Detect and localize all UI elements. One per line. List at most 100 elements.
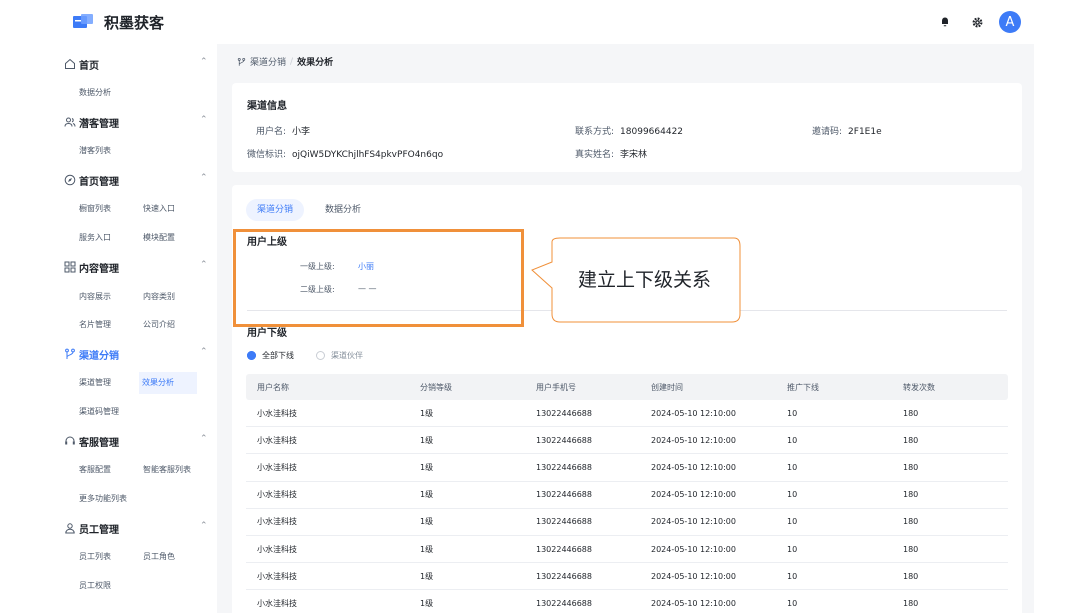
- sidebar-item-staff-list[interactable]: 员工列表: [79, 546, 111, 568]
- sidebar-item-data-analysis[interactable]: 数据分析: [79, 82, 111, 104]
- contact-value: 18099664422: [620, 127, 684, 137]
- table-cell: 小水洼科技: [257, 571, 297, 581]
- wechat-id-field: 微信标识: ojQiW5DYKChjlhFS4pkvPFO4n6qo: [247, 147, 443, 160]
- contact-label: 联系方式:: [575, 127, 615, 137]
- table-cell: 10: [787, 571, 798, 581]
- table-cell: 2024-05-10 12:10:00: [651, 435, 736, 445]
- column-header: 用户名称: [257, 382, 289, 392]
- table-cell: 13022446688: [536, 544, 592, 554]
- table-cell: 1级: [420, 544, 434, 554]
- table-cell: 13022446688: [536, 517, 592, 527]
- sidebar-item-lead-list[interactable]: 潜客列表: [79, 140, 111, 162]
- table-cell: 小水洼科技: [257, 517, 297, 527]
- column-header: 推广下线: [787, 382, 819, 392]
- table-cell: 2024-05-10 12:10:00: [651, 544, 736, 554]
- tab-channel-distribution[interactable]: 渠道分销: [246, 199, 305, 221]
- invite-code-label: 邀请码:: [812, 127, 843, 137]
- table-cell: 小水洼科技: [257, 462, 297, 472]
- sidebar-item-channel-mgmt[interactable]: 渠道管理: [79, 372, 111, 394]
- sidebar-group-channel-distribution[interactable]: 渠道分销 ⌃: [57, 344, 217, 364]
- sidebar-item-more-features[interactable]: 更多功能列表: [79, 488, 127, 510]
- sidebar-group-homepage-mgmt[interactable]: 首页管理 ⌃: [57, 170, 217, 190]
- radio-dot: [316, 351, 325, 360]
- sidebar: 首页 ⌃ 数据分析 潜客管理 ⌃ 潜客列表 首页管理 ⌃ 橱窗列表 快速入口 服…: [57, 44, 217, 613]
- radio-channel-partner[interactable]: 渠道伙伴: [316, 350, 363, 361]
- table-cell: 小水洼科技: [257, 598, 297, 608]
- sidebar-item-staff-permissions[interactable]: 员工权限: [79, 575, 111, 597]
- wechat-id-value: ojQiW5DYKChjlhFS4pkvPFO4n6qo: [292, 150, 444, 160]
- table-cell: 13022446688: [536, 435, 592, 445]
- user-avatar[interactable]: A: [999, 11, 1021, 33]
- real-name-label: 真实姓名:: [575, 150, 615, 160]
- logo-icon: [73, 14, 93, 28]
- column-header: 创建时间: [651, 382, 683, 392]
- table-cell: 180: [903, 490, 919, 500]
- table-row: 小水洼科技 1级 13022446688 2024-05-10 12:10:00 10 1…: [246, 509, 1008, 536]
- table-cell: 180: [903, 462, 919, 472]
- table-cell: 10: [787, 598, 798, 608]
- sidebar-item-channel-code-mgmt[interactable]: 渠道码管理: [79, 401, 119, 423]
- sidebar-group-customer-service[interactable]: 客服管理 ⌃: [57, 431, 217, 451]
- sidebar-item-quick-entry[interactable]: 快速入口: [143, 198, 175, 220]
- sidebar-group-leads[interactable]: 潜客管理 ⌃: [57, 112, 217, 132]
- headset-icon: [65, 436, 75, 445]
- sidebar-group-home[interactable]: 首页 ⌃: [57, 54, 217, 74]
- table-cell: 2024-05-10 12:10:00: [651, 408, 736, 418]
- sidebar-group-content-mgmt[interactable]: 内容管理 ⌃: [57, 257, 217, 277]
- sidebar-item-effect-analysis[interactable]: 效果分析: [139, 372, 197, 394]
- sidebar-item-company-intro[interactable]: 公司介绍: [143, 314, 175, 336]
- table-cell: 小水洼科技: [257, 544, 297, 554]
- sidebar-item-module-config[interactable]: 模块配置: [143, 227, 175, 249]
- table-cell: 1级: [420, 408, 434, 418]
- table-row: 小水洼科技 1级 13022446688 2024-05-10 12:10:00 10 1…: [246, 454, 1008, 482]
- table-cell: 小水洼科技: [257, 435, 297, 445]
- table-cell: 13022446688: [536, 571, 592, 581]
- wechat-id-label: 微信标识:: [247, 150, 287, 160]
- sidebar-group-staff-mgmt[interactable]: 员工管理 ⌃: [57, 518, 217, 538]
- column-header: 用户手机号: [536, 382, 576, 392]
- sidebar-group-label: 首页: [79, 61, 99, 72]
- chevron-up-icon: ⌃: [200, 434, 208, 444]
- invite-code-value: 2F1E1e: [848, 127, 882, 137]
- sidebar-group-label: 渠道分销: [79, 351, 119, 362]
- sidebar-group-label: 潜客管理: [79, 119, 119, 130]
- table-cell: 10: [787, 462, 798, 472]
- table-cell: 10: [787, 544, 798, 554]
- sidebar-item-card-mgmt[interactable]: 名片管理: [79, 314, 111, 336]
- table-row: 小水洼科技 1级 13022446688 2024-05-10 12:10:00 10 1…: [246, 563, 1008, 591]
- chevron-up-icon: ⌃: [200, 57, 208, 67]
- table-cell: 180: [903, 435, 919, 445]
- radio-label: 渠道伙伴: [331, 351, 363, 360]
- username-label: 用户名:: [256, 127, 287, 137]
- table-row: 小水洼科技 1级 13022446688 2024-05-10 12:10:00 10 1…: [246, 427, 1008, 455]
- table-cell: 10: [787, 517, 798, 527]
- branch-icon: [237, 57, 246, 66]
- table-header: 用户名称 分销等级 用户手机号 创建时间 推广下线 转发次数: [246, 374, 1008, 400]
- breadcrumb-parent[interactable]: 渠道分销: [250, 55, 286, 68]
- sidebar-item-showcase-list[interactable]: 橱窗列表: [79, 198, 111, 220]
- table-cell: 10: [787, 408, 798, 418]
- chevron-up-icon: ⌃: [200, 521, 208, 531]
- table-cell: 1级: [420, 598, 434, 608]
- users-icon: [64, 117, 76, 127]
- sidebar-item-cs-config[interactable]: 客服配置: [79, 459, 111, 481]
- sidebar-group-label: 首页管理: [79, 177, 119, 188]
- compass-icon: [64, 174, 76, 186]
- table-cell: 小水洼科技: [257, 408, 297, 418]
- chevron-up-icon: ⌃: [200, 115, 208, 125]
- table-cell: 180: [903, 571, 919, 581]
- sidebar-item-content-category[interactable]: 内容类别: [143, 286, 175, 308]
- chevron-up-icon: ⌃: [200, 173, 208, 183]
- sidebar-item-service-entry[interactable]: 服务入口: [79, 227, 111, 249]
- table-row: 小水洼科技 1级 13022446688 2024-05-10 12:10:00 10 1…: [246, 482, 1008, 509]
- breadcrumb-separator: /: [290, 56, 294, 67]
- sidebar-item-smart-cs-list[interactable]: 智能客服列表: [143, 459, 191, 481]
- radio-all-downline[interactable]: 全部下线: [247, 350, 294, 361]
- sidebar-item-content-display[interactable]: 内容展示: [79, 286, 111, 308]
- chevron-up-icon: ⌃: [200, 347, 208, 357]
- notification-bell-icon[interactable]: [937, 14, 953, 30]
- settings-gear-icon[interactable]: [969, 14, 985, 30]
- sidebar-item-staff-roles[interactable]: 员工角色: [143, 546, 175, 568]
- tab-data-analysis[interactable]: 数据分析: [314, 199, 372, 221]
- table-cell: 180: [903, 544, 919, 554]
